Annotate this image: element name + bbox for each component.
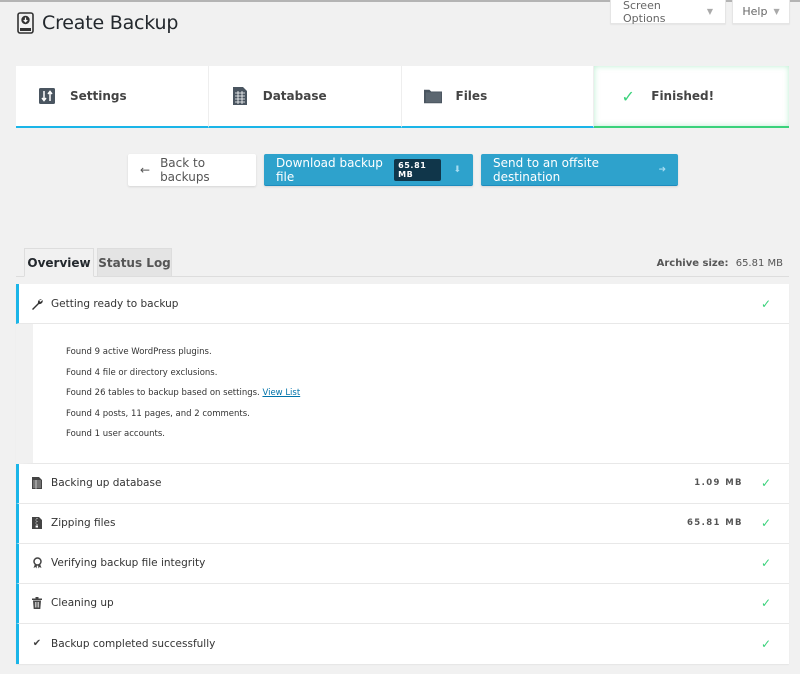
page-header: Create Backup bbox=[17, 12, 178, 34]
send-out-icon: ➜ bbox=[658, 164, 666, 175]
row-label: Verifying backup file integrity bbox=[51, 557, 206, 569]
folder-icon bbox=[423, 87, 442, 105]
detail-line: Found 26 tables to backup based on setti… bbox=[66, 383, 789, 404]
trash-icon bbox=[31, 597, 43, 609]
check-icon: ✓ bbox=[760, 476, 771, 490]
caret-down-icon: ▼ bbox=[706, 7, 713, 16]
step-label: Database bbox=[262, 89, 327, 103]
check-icon: ✓ bbox=[760, 296, 771, 311]
row-size: 65.81 MB bbox=[686, 518, 743, 528]
step-label: Files bbox=[455, 89, 488, 103]
download-icon: ⬇ bbox=[453, 164, 461, 175]
caret-down-icon: ▼ bbox=[773, 7, 780, 16]
list-item: Verifying backup file integrity ✓ bbox=[16, 543, 789, 584]
archive-size-value: 65.81 MB bbox=[735, 258, 783, 269]
step-finished: ✓ Finished! bbox=[594, 66, 789, 128]
send-offsite-button[interactable]: Send to an offsite destination ➜ bbox=[481, 154, 678, 186]
row-label: Getting ready to backup bbox=[51, 297, 179, 310]
step-settings: Settings bbox=[16, 66, 209, 128]
row-label: Zipping files bbox=[51, 517, 116, 529]
backup-drive-icon bbox=[17, 12, 34, 34]
offsite-label: Send to an offsite destination bbox=[493, 155, 599, 184]
tab-bar: Overview Status Log Archive size: 65.81 … bbox=[16, 248, 789, 277]
row-label: Backing up database bbox=[51, 477, 162, 489]
file-size-badge: 65.81 MB bbox=[394, 158, 442, 181]
detail-line: Found 4 file or directory exclusions. bbox=[66, 367, 218, 378]
progress-steps: Settings Database Files ✓ Finished! bbox=[16, 66, 789, 128]
detail-line: Found 9 active WordPress plugins. bbox=[66, 347, 212, 357]
row-label: Backup completed successfully bbox=[51, 637, 216, 650]
page-title: Create Backup bbox=[42, 12, 179, 34]
download-backup-button[interactable]: Download backup file 65.81 MB ⬇ bbox=[264, 154, 473, 186]
details-panel: Found 9 active WordPress plugins. Found … bbox=[16, 324, 789, 464]
back-to-backups-button[interactable]: ← Back to backups bbox=[128, 154, 256, 186]
check-icon: ✓ bbox=[760, 516, 771, 530]
tab-overview[interactable]: Overview bbox=[24, 248, 94, 277]
help-button[interactable]: Help ▼ bbox=[732, 0, 790, 24]
step-files: Files bbox=[401, 66, 595, 128]
arrow-left-icon: ← bbox=[140, 163, 151, 177]
backup-steps-list: Getting ready to backup ✓ Found 9 active… bbox=[16, 284, 789, 664]
screen-meta-links: Screen Options ▼ Help ▼ bbox=[610, 0, 790, 25]
list-item: Getting ready to backup ✓ bbox=[16, 284, 789, 324]
back-label: Back to backups bbox=[160, 156, 210, 184]
check-icon: ✓ bbox=[760, 596, 771, 610]
check-icon: ✓ bbox=[760, 556, 771, 570]
settings-sliders-icon bbox=[38, 87, 56, 105]
list-item: Zipping files 65.81 MB ✓ bbox=[16, 503, 789, 544]
view-list-link[interactable]: View List bbox=[262, 388, 300, 398]
detail-line: Found 4 posts, 11 pages, and 2 comments. bbox=[66, 408, 250, 419]
download-label: Download backup file bbox=[276, 155, 383, 184]
database-icon bbox=[31, 477, 43, 489]
detail-line: Found 1 user accounts. bbox=[66, 429, 166, 439]
screen-options-label: Screen Options bbox=[623, 0, 666, 25]
step-label: Finished! bbox=[651, 89, 715, 103]
row-label: Cleaning up bbox=[51, 597, 114, 609]
check-icon: ✔ bbox=[32, 638, 42, 649]
check-icon: ✓ bbox=[621, 86, 635, 106]
list-item: Cleaning up ✓ bbox=[16, 583, 789, 624]
database-icon bbox=[231, 87, 249, 105]
archive-size-label: Archive size: bbox=[656, 258, 729, 269]
wrench-icon bbox=[31, 298, 43, 310]
award-icon bbox=[31, 557, 43, 569]
row-size: 1.09 MB bbox=[694, 478, 743, 488]
list-item: Backing up database 1.09 MB ✓ bbox=[16, 463, 789, 504]
detail-text: Found 26 tables to backup based on setti… bbox=[66, 388, 260, 398]
help-label: Help bbox=[742, 5, 768, 18]
zip-file-icon bbox=[31, 517, 43, 529]
action-buttons: ← Back to backups Download backup file 6… bbox=[128, 154, 678, 186]
archive-size: Archive size: 65.81 MB bbox=[657, 258, 783, 269]
tab-status-log[interactable]: Status Log bbox=[97, 248, 172, 277]
check-icon: ✓ bbox=[760, 636, 771, 651]
step-database: Database bbox=[208, 66, 402, 128]
list-item: ✔ Backup completed successfully ✓ bbox=[16, 623, 789, 664]
step-label: Settings bbox=[70, 89, 127, 103]
screen-options-button[interactable]: Screen Options ▼ bbox=[610, 0, 726, 25]
